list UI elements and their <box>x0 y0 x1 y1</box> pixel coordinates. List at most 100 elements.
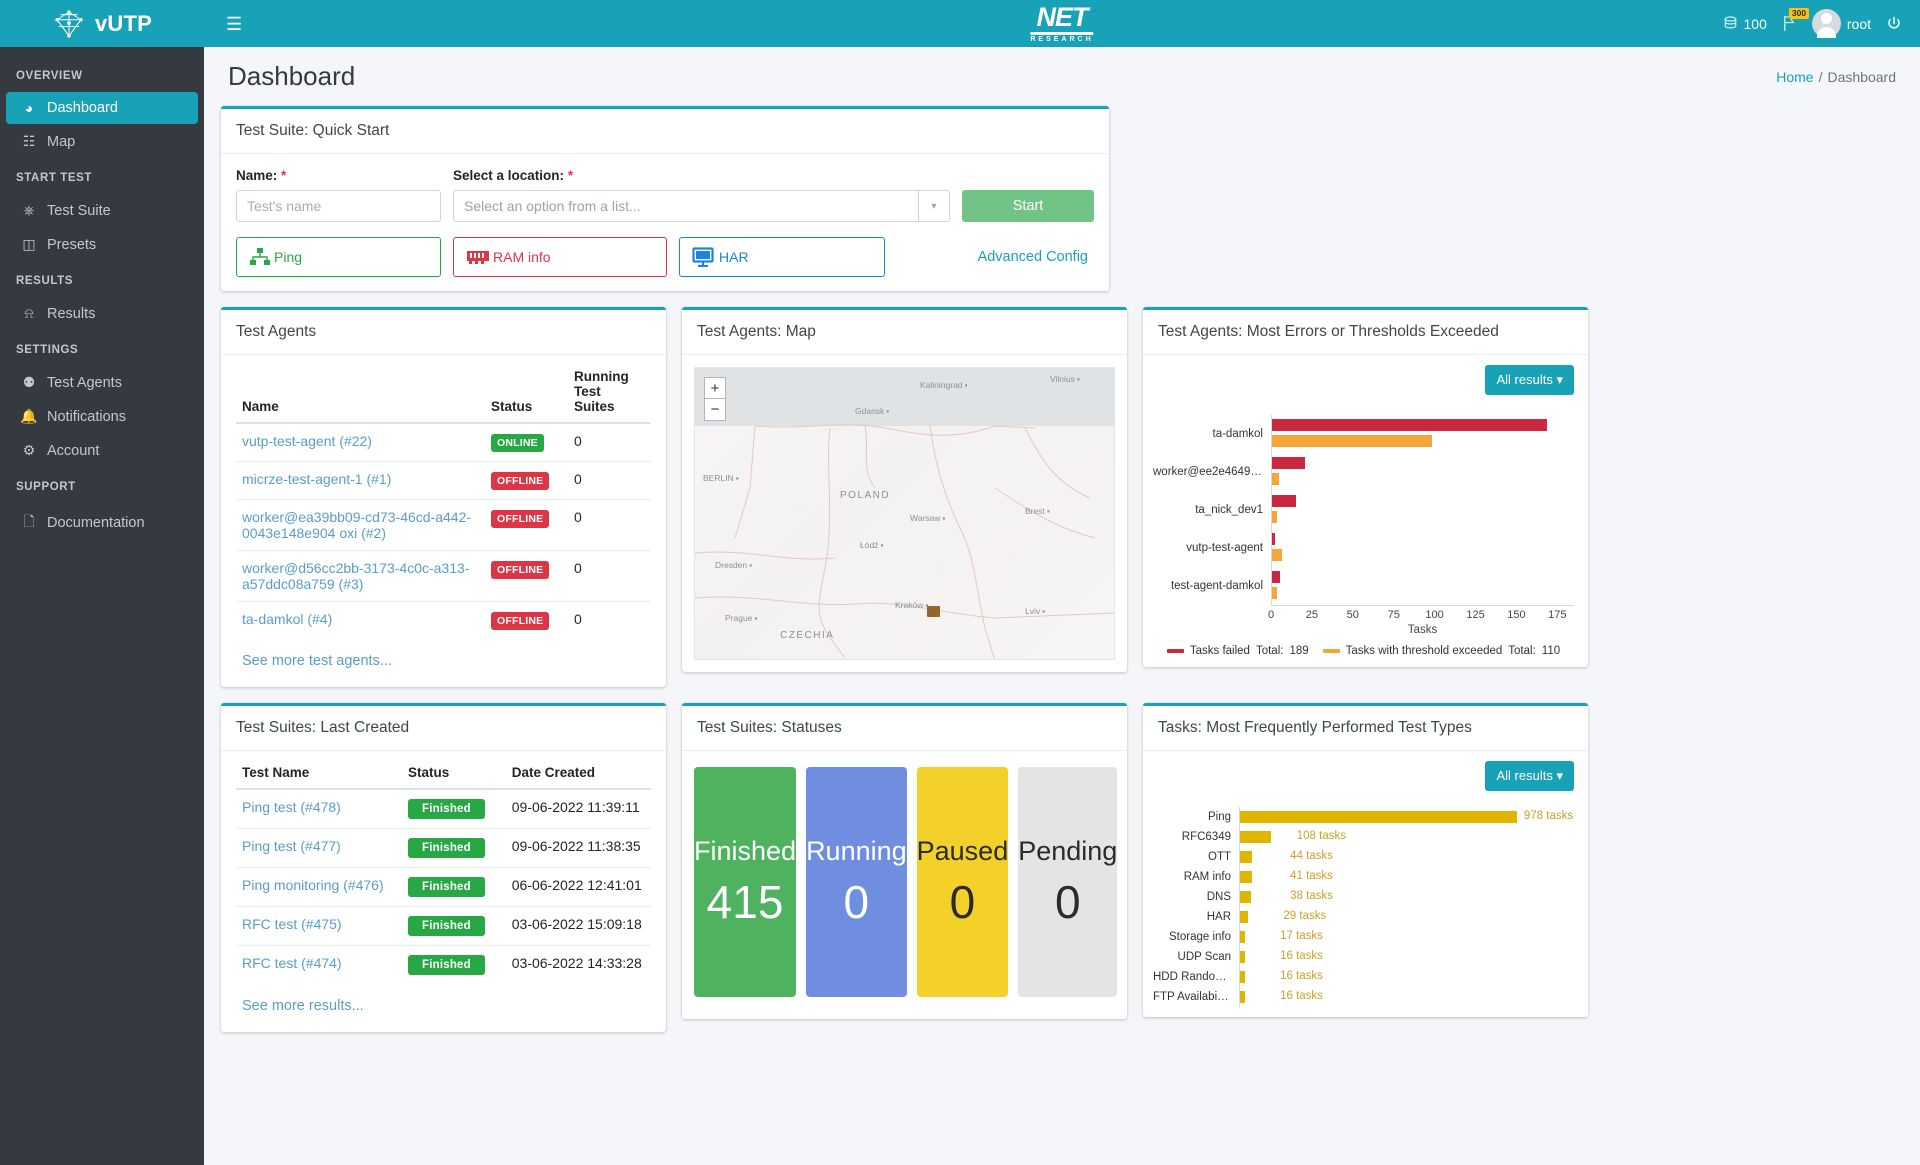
sidebar-item-account[interactable]: ⚙ Account <box>6 434 198 467</box>
chevron-down-icon[interactable]: ▾ <box>918 191 949 221</box>
errors-bar-failed <box>1272 495 1297 507</box>
shortcut-har[interactable]: HAR <box>679 237 885 277</box>
sidebar-item-results[interactable]: ⍾ Results <box>6 297 198 330</box>
hamburger-menu-icon[interactable]: ☰ <box>226 15 242 33</box>
errors-bars: ta-damkol worker@ee2e4649-35e8... <box>1153 415 1574 605</box>
tasks-bar-label: OTT <box>1208 851 1231 863</box>
tasks-bar-row: OTT 44 tasks <box>1153 847 1574 867</box>
errors-bar-row: ta-damkol <box>1153 415 1574 453</box>
tasks-bar-value: 17 tasks <box>1280 930 1323 942</box>
status-tile-pending[interactable]: Pending 0 <box>1018 767 1118 997</box>
quick-start-title: Test Suite: Quick Start <box>221 109 1109 154</box>
sidebar-item-test-suite[interactable]: ⎈ Test Suite <box>6 194 198 227</box>
tasks-bar-value: 16 tasks <box>1280 970 1323 982</box>
notifications-flag[interactable]: 300 <box>1782 8 1810 32</box>
legend-item-failed[interactable]: Tasks failed Total: 189 <box>1166 645 1309 657</box>
date-created: 03-06-2022 14:33:28 <box>505 945 651 984</box>
suite-link[interactable]: Ping test (#478) <box>242 799 341 815</box>
date-created: 09-06-2022 11:39:11 <box>511 799 640 815</box>
errors-bar-label: ta_nick_dev1 <box>1195 504 1263 516</box>
sidebar-label-test-agents: Test Agents <box>47 374 122 391</box>
errors-bar-label: test-agent-damkol <box>1170 580 1263 592</box>
map-zoom-out-button[interactable]: − <box>704 399 726 421</box>
gauge-icon: ◕ <box>24 100 34 116</box>
table-row: Ping monitoring (#476) Finished 06-06-20… <box>236 867 651 907</box>
col-test-name: Test Name <box>236 757 402 790</box>
map-city-label: Dresden <box>715 560 752 570</box>
start-button[interactable]: Start <box>962 190 1094 222</box>
tasks-all-results-button[interactable]: All results ▾ <box>1485 761 1574 791</box>
errors-chart-title: Test Agents: Most Errors or Thresholds E… <box>1143 310 1588 355</box>
table-row: vutp-test-agent (#22) ONLINE 0 <box>236 423 651 462</box>
breadcrumb-home[interactable]: Home <box>1776 69 1813 85</box>
location-select[interactable]: Select an option from a list... ▾ <box>453 190 950 222</box>
legend-item-threshold[interactable]: Tasks with threshold exceeded Total: 110 <box>1322 645 1560 657</box>
x-tick: 100 <box>1425 609 1444 621</box>
date-created: 09-06-2022 11:38:35 <box>505 828 651 868</box>
see-more-test-agents-link[interactable]: See more test agents... <box>236 639 398 673</box>
box-icon: ◫ <box>22 236 36 252</box>
network-nodes-icon: ⎈ <box>23 202 35 218</box>
suite-link[interactable]: Ping monitoring (#476) <box>242 877 384 893</box>
status-badge: Finished <box>408 877 485 897</box>
suites-last-card: Test Suites: Last Created Test Name Stat… <box>221 703 666 1032</box>
sidebar-label-notifications: Notifications <box>47 408 126 425</box>
tasks-bar-value: 16 tasks <box>1280 990 1323 1002</box>
sidebar-item-test-agents[interactable]: ⚉ Test Agents <box>6 366 198 399</box>
sidebar-item-dashboard[interactable]: ◕ Dashboard <box>6 92 198 124</box>
errors-bar-failed <box>1272 419 1547 431</box>
errors-bar-track <box>1271 415 1574 453</box>
map-zoom-controls: + − <box>704 377 726 421</box>
app-root: vUTP OVERVIEW ◕ Dashboard ☷ Map START TE… <box>0 0 1920 1165</box>
sidebar-item-notifications[interactable]: 🔔 Notifications <box>6 400 198 433</box>
agent-link[interactable]: worker@ea39bb09-cd73-46cd-a442-0043e148e… <box>242 509 471 541</box>
memory-icon <box>467 251 489 264</box>
tasks-bar <box>1240 851 1253 863</box>
legend-swatch <box>1322 649 1340 653</box>
sidebar-item-documentation[interactable]: 🗋 Documentation <box>6 503 198 543</box>
status-tile-paused[interactable]: Paused 0 <box>916 767 1009 997</box>
chevron-down-icon: ▾ <box>1556 372 1563 387</box>
shortcut-ping[interactable]: Ping <box>236 237 441 277</box>
shortcut-ram-info[interactable]: RAM info <box>453 237 667 277</box>
map-city-label: Kraków <box>895 600 928 610</box>
map-agent-marker[interactable] <box>927 606 940 617</box>
avatar <box>1811 9 1841 38</box>
see-more-results-link[interactable]: See more results... <box>236 984 370 1018</box>
tasks-bar-track: 978 tasks <box>1239 807 1574 827</box>
errors-all-results-button[interactable]: All results ▾ <box>1485 365 1574 395</box>
legend-total-value: 189 <box>1289 645 1309 657</box>
name-required-mark: * <box>281 168 287 183</box>
test-agents-card: Test Agents Name Status Running Test Sui… <box>221 307 666 687</box>
sidebar-item-map[interactable]: ☷ Map <box>6 125 198 158</box>
agent-link[interactable]: ta-damkol (#4) <box>242 611 332 627</box>
agent-link[interactable]: worker@d56cc2bb-3173-4c0c-a313-a57ddc08a… <box>242 560 469 592</box>
advanced-config-link[interactable]: Advanced Config <box>978 249 1094 265</box>
tasks-bar-label: HDD Random ... <box>1153 971 1238 983</box>
status-badge: Finished <box>408 838 485 858</box>
license-counter[interactable]: 100 <box>1723 16 1767 32</box>
status-tile-finished[interactable]: Finished 415 <box>694 767 797 997</box>
brand-logo-area[interactable]: vUTP <box>0 0 204 47</box>
running-count: 0 <box>568 499 651 551</box>
tasks-bar-value: 44 tasks <box>1290 850 1333 862</box>
agent-link[interactable]: vutp-test-agent (#22) <box>242 433 372 449</box>
tasks-bar-track: 16 tasks <box>1239 987 1574 1007</box>
agents-map-card: Test Agents: Map + − Kaliningrad ▪ Vilni… <box>682 307 1127 672</box>
x-tick: 150 <box>1507 609 1526 621</box>
suite-link[interactable]: RFC test (#475) <box>242 916 342 932</box>
test-name-input[interactable] <box>236 190 441 222</box>
map-canvas[interactable]: + − Kaliningrad Vilnius Gdansk BERLIN Wa… <box>694 367 1115 660</box>
map-city-label: Vilnius <box>1050 374 1080 384</box>
logout-button[interactable] <box>1886 16 1902 32</box>
gear-icon: ⚙ <box>22 442 36 458</box>
nav-section-overview: OVERVIEW <box>16 70 83 82</box>
map-zoom-in-button[interactable]: + <box>704 377 726 399</box>
agent-link[interactable]: micrze-test-agent-1 (#1) <box>242 471 391 487</box>
user-menu[interactable]: root <box>1811 9 1871 38</box>
status-tile-running[interactable]: Running 0 <box>806 767 907 997</box>
suite-link[interactable]: Ping test (#477) <box>242 838 341 854</box>
running-count: 0 <box>574 433 582 449</box>
sidebar-item-presets[interactable]: ◫ Presets <box>6 228 198 261</box>
suite-link[interactable]: RFC test (#474) <box>242 955 342 971</box>
